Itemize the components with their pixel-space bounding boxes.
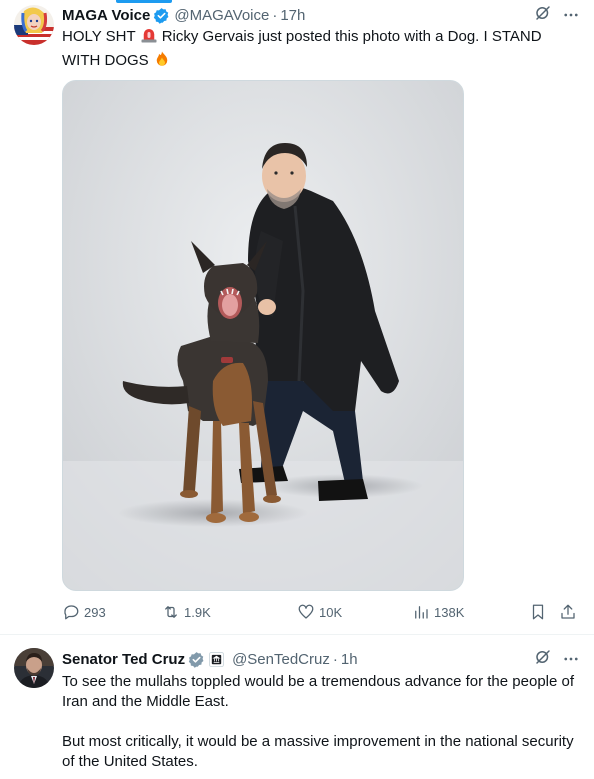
bookmark-icon [532, 604, 544, 620]
views-button[interactable]: 138K [412, 603, 464, 621]
timestamp[interactable]: 1h [341, 651, 358, 668]
bookmark-button[interactable] [529, 603, 547, 621]
like-count: 10K [319, 604, 343, 620]
like-button[interactable]: 10K [297, 603, 342, 621]
verified-badge-icon [153, 7, 170, 24]
grok-icon[interactable] [534, 4, 552, 26]
separator-dot: · [272, 6, 278, 24]
views-icon [415, 606, 428, 619]
grok-icon[interactable] [534, 648, 552, 670]
tweet-actions: 293 1.9K 10K 138K [62, 603, 582, 623]
avatar[interactable] [14, 648, 54, 688]
reply-button[interactable]: 293 [62, 603, 106, 621]
more-icon[interactable] [562, 6, 580, 25]
tweet-paragraph: But most critically, it would be a massi… [62, 733, 574, 770]
reply-count: 293 [84, 604, 106, 620]
tweet-paragraph: To see the mullahs toppled would be a tr… [62, 673, 575, 710]
share-icon [561, 604, 575, 619]
fire-emoji [153, 50, 171, 74]
tweet-header: Senator Ted Cruz @SenTedCruz · 1h [62, 649, 580, 669]
tweet-text: HOLY SHT Ricky Gervais just posted this … [62, 26, 580, 74]
display-name[interactable]: MAGA Voice [62, 7, 150, 24]
handle[interactable]: @MAGAVoice [174, 7, 269, 24]
repost-button[interactable]: 1.9K [162, 603, 211, 621]
view-count: 138K [434, 604, 465, 620]
more-icon[interactable] [562, 650, 580, 669]
like-icon [298, 604, 314, 619]
tweet-header: MAGA Voice @MAGAVoice · 17h [62, 5, 580, 25]
siren-emoji [140, 26, 158, 50]
tweet-text-part1: HOLY SHT [62, 28, 136, 45]
separator-dot: · [332, 650, 338, 668]
repost-count: 1.9K [184, 604, 211, 620]
tweet-text: To see the mullahs toppled would be a tr… [62, 672, 580, 772]
handle[interactable]: @SenTedCruz [232, 651, 330, 668]
display-name[interactable]: Senator Ted Cruz [62, 651, 185, 668]
reply-icon [64, 605, 79, 620]
government-affiliate-icon [209, 651, 225, 667]
tweet-photo[interactable] [62, 80, 464, 591]
share-button[interactable] [559, 603, 577, 621]
tweet[interactable]: MAGA Voice @MAGAVoice · 17h HOLY SHT Ric… [0, 0, 594, 635]
repost-icon [165, 606, 177, 618]
avatar[interactable] [14, 5, 54, 45]
timestamp[interactable]: 17h [280, 7, 305, 24]
verified-gray-badge-icon [188, 651, 205, 668]
